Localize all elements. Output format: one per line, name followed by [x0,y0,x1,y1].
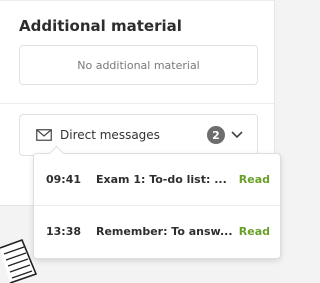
message-time: 09:41 [46,173,82,186]
divider [0,0,274,1]
direct-messages-label: Direct messages [60,128,160,142]
message-item[interactable]: 13:38 Remember: To answ... Read [34,206,280,257]
message-preview: Remember: To answ... [96,225,233,238]
message-time: 13:38 [46,225,82,238]
notebook-illustration [0,238,38,283]
read-status: Read [238,173,270,186]
empty-material-box: No additional material [19,45,258,85]
read-status: Read [238,225,270,238]
chevron-down-icon[interactable] [231,131,243,139]
divider [0,103,274,104]
message-item[interactable]: 09:41 Exam 1: To-do list: ... Read [34,154,280,205]
section-title: Additional material [19,17,182,35]
mail-icon [36,129,52,141]
message-count-badge: 2 [207,126,225,144]
messages-dropdown: 09:41 Exam 1: To-do list: ... Read 13:38… [33,145,281,259]
empty-material-text: No additional material [77,58,200,72]
message-preview: Exam 1: To-do list: ... [96,173,227,186]
